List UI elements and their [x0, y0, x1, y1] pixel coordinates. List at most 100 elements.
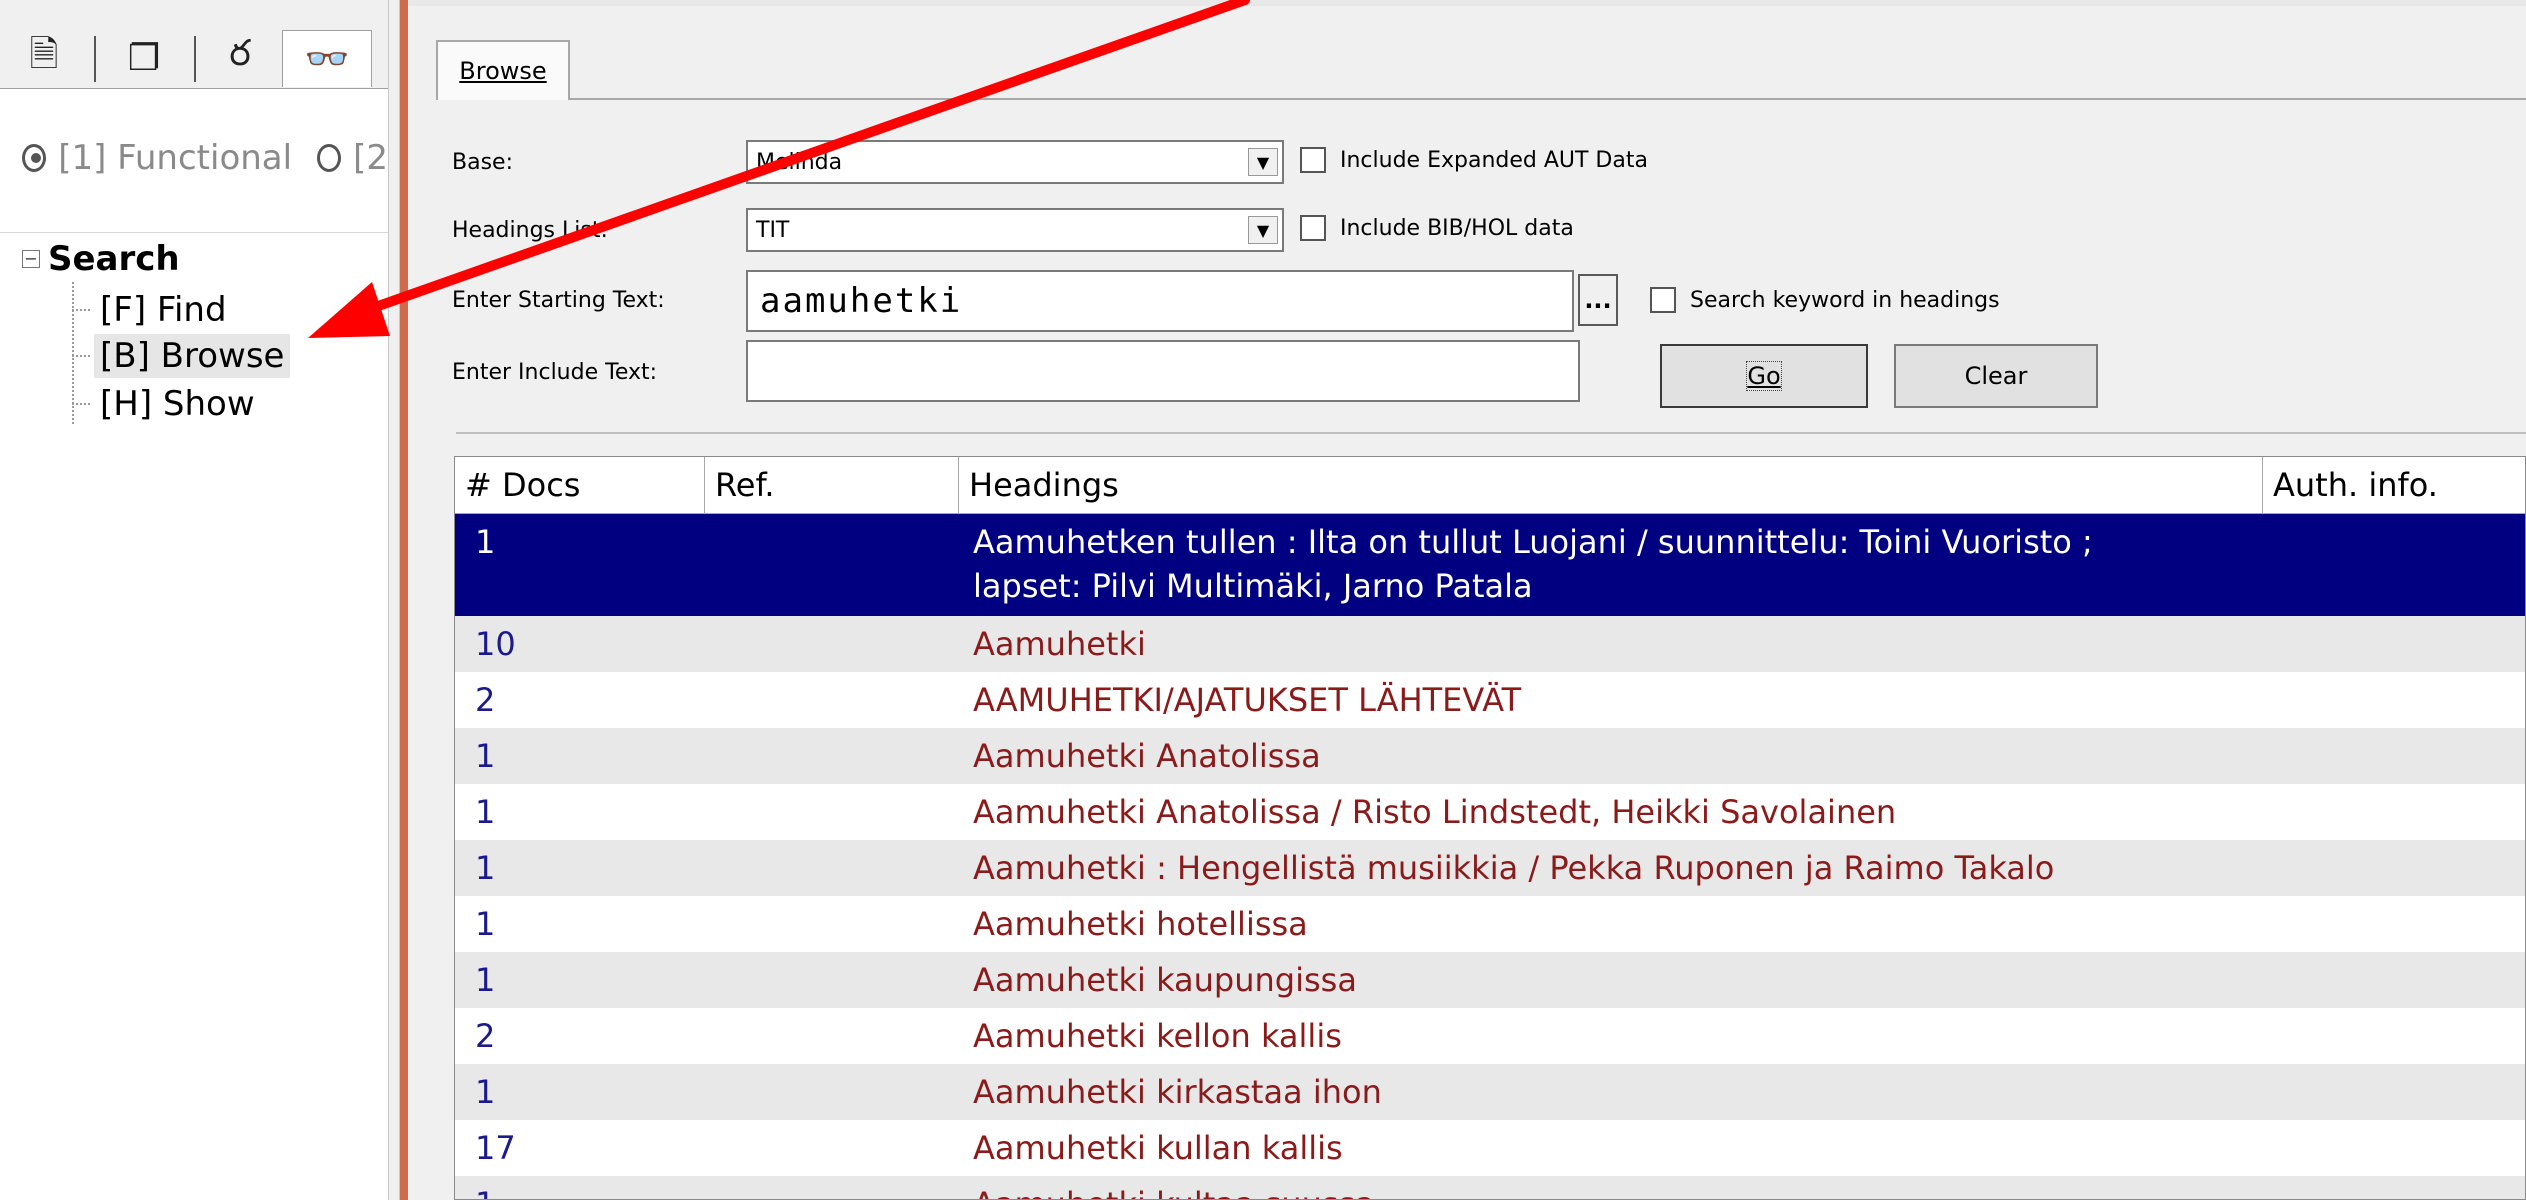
copy-icon[interactable]: ❐: [100, 30, 188, 86]
include-expanded-aut-checkbox[interactable]: Include Expanded AUT Data: [1300, 140, 1648, 180]
table-row[interactable]: 1 Aamuhetki kaupungissa: [455, 952, 2525, 1008]
chevron-down-icon[interactable]: ▼: [1248, 148, 1278, 176]
clear-button[interactable]: Clear: [1894, 344, 2098, 408]
table-row[interactable]: 1 Aamuhetki Anatolissa: [455, 728, 2525, 784]
search-keyword-label: Search keyword in headings: [1690, 287, 2000, 313]
docs-count-cell: 1: [475, 1073, 496, 1111]
docs-count-cell: 2: [475, 1017, 496, 1055]
heading-line: Aamuhetki: [973, 625, 1146, 663]
radio-functional[interactable]: [22, 144, 47, 172]
tree-node-search[interactable]: − Search: [22, 236, 180, 282]
heading-cell: Aamuhetki hotellissa: [973, 896, 2273, 952]
headings-list-value: TIT: [756, 217, 790, 243]
tree-item-show[interactable]: [H] Show: [72, 380, 261, 428]
docs-count-cell: 1: [475, 849, 496, 887]
table-row[interactable]: 1 Aamuhetki hotellissa: [455, 896, 2525, 952]
table-row[interactable]: 2 AAMUHETKI/AJATUKSET LÄHTEVÄT: [455, 672, 2525, 728]
docs-count-cell: 1: [475, 905, 496, 943]
starting-text-value: aamuhetki: [760, 281, 963, 321]
ellipsis-button[interactable]: ...: [1578, 274, 1618, 326]
docs-count-cell: 1: [475, 737, 496, 775]
divider: [456, 432, 2526, 434]
radio-option-2-label: [2: [353, 138, 388, 178]
heading-line: Aamuhetki Anatolissa / Risto Lindstedt, …: [973, 793, 1897, 831]
tab-browse[interactable]: Browse: [436, 40, 570, 100]
heading-cell: Aamuhetki kellon kallis: [973, 1008, 2273, 1064]
heading-cell: Aamuhetki: [973, 616, 2273, 672]
heading-cell: Aamuhetki Anatolissa: [973, 728, 2273, 784]
top-strip: [408, 0, 2526, 6]
binoculars-icon[interactable]: 👓: [282, 30, 372, 87]
include-bib-hol-label: Include BIB/HOL data: [1340, 215, 1574, 241]
heading-line: Aamuhetki kirkastaa ihon: [973, 1073, 1382, 1111]
checkbox-box[interactable]: [1300, 215, 1326, 241]
table-row[interactable]: 1 Aamuhetki kultaa suussa: [455, 1176, 2525, 1199]
document-list-icon[interactable]: 🗎: [0, 30, 88, 86]
heading-cell: Aamuhetki kaupungissa: [973, 952, 2273, 1008]
column-header-auth-info[interactable]: Auth. info.: [2263, 457, 2525, 513]
heading-line: Aamuhetki Anatolissa: [973, 737, 1321, 775]
heading-line: Aamuhetki kaupungissa: [973, 961, 1357, 999]
table-row[interactable]: 1 Aamuhetki Anatolissa / Risto Lindstedt,…: [455, 784, 2525, 840]
go-button-label: Go: [1746, 361, 1782, 391]
base-select[interactable]: Melinda ▼: [746, 140, 1284, 184]
heading-cell: Aamuhetki kultaa suussa: [973, 1176, 2273, 1199]
table-row[interactable]: 10 Aamuhetki: [455, 616, 2525, 672]
chevron-down-icon[interactable]: ▼: [1248, 216, 1278, 244]
radio-functional-label: [1] Functional: [58, 138, 293, 178]
navigation-pane: 🗎 ❐ ర 👓 [1] Functional [2 − Search [F] F…: [0, 0, 388, 1200]
radio-option-2[interactable]: [316, 144, 342, 172]
column-header-ref[interactable]: Ref.: [705, 457, 959, 513]
starting-text-label: Enter Starting Text:: [452, 287, 665, 313]
docs-count-cell: 17: [475, 1129, 516, 1167]
table-row[interactable]: 1 Aamuhetki : Hengellistä musiikkia / Pek…: [455, 840, 2525, 896]
heading-line: lapset: Pilvi Multimäki, Jarno Patala: [973, 567, 1533, 605]
tree-item-browse[interactable]: [B] Browse: [72, 332, 291, 380]
tree-item-find-label: [F] Find: [100, 290, 227, 330]
tree-item-browse-label: [B] Browse: [94, 334, 291, 378]
include-bib-hol-checkbox[interactable]: Include BIB/HOL data: [1300, 208, 1574, 248]
heading-line: Aamuhetki kultaa suussa: [973, 1176, 2273, 1199]
heading-cell: Aamuhetki : Hengellistä musiikkia / Pekk…: [973, 840, 2273, 896]
collapse-icon[interactable]: −: [22, 250, 40, 268]
heading-line: Aamuhetki hotellissa: [973, 905, 1308, 943]
pane-splitter[interactable]: [388, 0, 400, 1200]
column-header-docs[interactable]: # Docs: [455, 457, 705, 513]
heading-line: Aamuhetki kullan kallis: [973, 1129, 1343, 1167]
docs-count-cell: 1: [475, 793, 496, 831]
table-row[interactable]: 1 Aamuhetken tullen : Ilta on tullut Luoj…: [455, 514, 2525, 616]
tab-separator: [94, 36, 96, 82]
table-row[interactable]: 2 Aamuhetki kellon kallis: [455, 1008, 2525, 1064]
heading-cell: AAMUHETKI/AJATUKSET LÄHTEVÄT: [973, 672, 2273, 728]
table-row[interactable]: 17 Aamuhetki kullan kallis: [455, 1120, 2525, 1176]
tree-item-show-label: [H] Show: [100, 384, 255, 424]
go-button[interactable]: Go: [1660, 344, 1868, 408]
heading-cell: Aamuhetki kullan kallis: [973, 1120, 2273, 1176]
column-header-headings[interactable]: Headings: [959, 457, 2263, 513]
heading-cell: Aamuhetken tullen : Ilta on tullut Luoja…: [973, 520, 2273, 608]
headings-list-select[interactable]: TIT ▼: [746, 208, 1284, 252]
table-header: # Docs Ref. Headings Auth. info.: [455, 457, 2525, 514]
tree-node-search-label: Search: [48, 239, 180, 279]
tree-item-find[interactable]: [F] Find: [72, 286, 233, 334]
starting-text-input[interactable]: aamuhetki: [746, 270, 1574, 332]
search-keyword-checkbox[interactable]: Search keyword in headings: [1650, 280, 2000, 320]
tools-icon[interactable]: ర: [196, 30, 284, 86]
heading-line: Aamuhetki : Hengellistä musiikkia / Pekk…: [973, 849, 2055, 887]
include-text-label: Enter Include Text:: [452, 359, 658, 385]
function-radio-group: [1] Functional [2: [22, 136, 388, 180]
docs-count-cell: 10: [475, 625, 516, 663]
base-select-value: Melinda: [756, 149, 843, 175]
heading-cell: Aamuhetki kirkastaa ihon: [973, 1064, 2273, 1120]
left-tab-bar: 🗎 ❐ ర 👓: [0, 22, 388, 89]
headings-list-label: Headings List:: [452, 217, 608, 243]
heading-line: AAMUHETKI/AJATUKSET LÄHTEVÄT: [973, 681, 1522, 719]
checkbox-box[interactable]: [1300, 147, 1326, 173]
headings-table: # Docs Ref. Headings Auth. info. 1 Aamuhe…: [454, 456, 2526, 1200]
include-expanded-aut-label: Include Expanded AUT Data: [1340, 147, 1648, 173]
checkbox-box[interactable]: [1650, 287, 1676, 313]
table-row[interactable]: 1 Aamuhetki kirkastaa ihon: [455, 1064, 2525, 1120]
tab-baseline: [570, 98, 2526, 100]
include-text-input[interactable]: [746, 340, 1580, 402]
heading-line: Aamuhetki kellon kallis: [973, 1017, 1342, 1055]
